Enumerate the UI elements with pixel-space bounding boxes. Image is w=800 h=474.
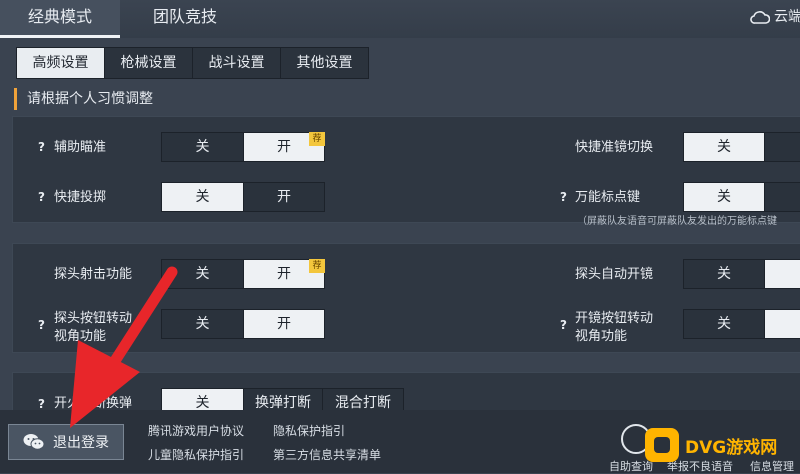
tab-team-deathmatch[interactable]: 团队竞技 <box>125 0 245 38</box>
peek-auto-scope-label: 探头自动开镜 <box>575 267 654 282</box>
mode-tab-bar: 经典模式 团队竞技 云端 <box>0 0 800 38</box>
quick-throw-off[interactable]: 关 <box>162 183 243 211</box>
tab-classic-mode-label: 经典模式 <box>27 7 92 26</box>
quick-scope-switch-off[interactable]: 关 <box>684 133 764 161</box>
aim-assist-toggle: 关 开荐 <box>161 132 325 162</box>
cloud-button[interactable]: 云端 <box>750 6 800 28</box>
logout-label: 退出登录 <box>53 435 109 451</box>
peek-button-rotate-off[interactable]: 关 <box>162 310 243 338</box>
privacy-guide-link[interactable]: 隐私保护指引 <box>273 422 345 439</box>
help-icon[interactable]: ? <box>38 318 45 332</box>
dvg-logo-icon <box>645 428 679 462</box>
peek-auto-scope-on[interactable] <box>764 260 800 288</box>
dvg-watermark: DVG游戏网 <box>645 425 795 465</box>
aim-assist-label: 辅助瞄准 <box>54 140 107 155</box>
quick-scope-switch-on[interactable] <box>764 133 800 161</box>
universal-marker-label: 万能标点键 <box>575 190 641 205</box>
scope-button-rotate-label-1: 开镜按钮转动 <box>575 311 654 326</box>
help-icon[interactable]: ? <box>560 190 567 204</box>
tab-other-settings[interactable]: 其他设置 <box>281 48 368 78</box>
tab-team-deathmatch-label: 团队竞技 <box>152 7 217 26</box>
peek-fire-on[interactable]: 开荐 <box>243 259 325 288</box>
universal-marker-note: （屏蔽队友语音可屏蔽队友发出的万能标点键 <box>577 216 777 227</box>
quick-throw-toggle: 关 开 <box>161 182 325 212</box>
aim-assist-on-label: 开 <box>277 139 291 155</box>
logout-button[interactable]: 退出登录 <box>8 424 124 460</box>
settings-panel-1 <box>12 116 800 223</box>
peek-fire-on-label: 开 <box>277 266 291 282</box>
help-icon[interactable]: ? <box>560 318 567 332</box>
tab-combat-settings[interactable]: 战斗设置 <box>193 48 281 78</box>
help-icon[interactable]: ? <box>38 140 45 154</box>
cloud-label: 云端 <box>774 9 800 25</box>
peek-button-rotate-label-2: 视角功能 <box>54 329 107 344</box>
quick-throw-label: 快捷投掷 <box>54 190 107 205</box>
aim-assist-on[interactable]: 开荐 <box>243 132 325 161</box>
scope-button-rotate-label-2: 视角功能 <box>575 329 628 344</box>
scope-button-rotate-off[interactable]: 关 <box>684 310 764 338</box>
help-icon[interactable]: ? <box>38 190 45 204</box>
tab-classic-mode[interactable]: 经典模式 <box>0 0 120 38</box>
scope-button-rotate-toggle: 关 <box>683 309 800 339</box>
cloud-icon <box>750 11 771 24</box>
watermark-text: DVG游戏网 <box>685 437 778 458</box>
tab-gun-settings[interactable]: 枪械设置 <box>105 48 193 78</box>
peek-auto-scope-toggle: 关 <box>683 259 800 289</box>
aim-assist-off[interactable]: 关 <box>162 133 243 161</box>
peek-fire-label: 探头射击功能 <box>54 267 133 282</box>
recommended-badge: 荐 <box>309 132 325 146</box>
peek-button-rotate-on[interactable]: 开 <box>243 310 324 338</box>
peek-button-rotate-toggle: 关 开 <box>161 309 325 339</box>
scope-button-rotate-on[interactable] <box>764 310 800 338</box>
tab-high-frequency-settings[interactable]: 高频设置 <box>17 48 105 78</box>
universal-marker-on[interactable] <box>764 183 800 211</box>
third-party-info-link[interactable]: 第三方信息共享清单 <box>273 446 381 463</box>
quick-scope-switch-toggle: 关 <box>683 132 800 162</box>
peek-button-rotate-label-1: 探头按钮转动 <box>54 311 133 326</box>
settings-panel-2 <box>12 243 800 353</box>
recommended-badge: 荐 <box>309 259 325 273</box>
wechat-icon <box>23 434 45 450</box>
section-hint: 请根据个人习惯调整 <box>14 88 153 110</box>
child-privacy-link[interactable]: 儿童隐私保护指引 <box>148 446 244 463</box>
settings-subtabs: 高频设置 枪械设置 战斗设置 其他设置 <box>16 47 369 79</box>
universal-marker-toggle: 关 <box>683 182 800 212</box>
user-agreement-link[interactable]: 腾讯游戏用户协议 <box>148 422 244 439</box>
quick-scope-switch-label: 快捷准镜切换 <box>575 140 654 155</box>
peek-auto-scope-off[interactable]: 关 <box>684 260 764 288</box>
peek-fire-off[interactable]: 关 <box>162 260 243 288</box>
quick-throw-on[interactable]: 开 <box>243 183 324 211</box>
universal-marker-off[interactable]: 关 <box>684 183 764 211</box>
peek-fire-toggle: 关 开荐 <box>161 259 325 289</box>
help-icon[interactable]: ? <box>38 397 45 411</box>
